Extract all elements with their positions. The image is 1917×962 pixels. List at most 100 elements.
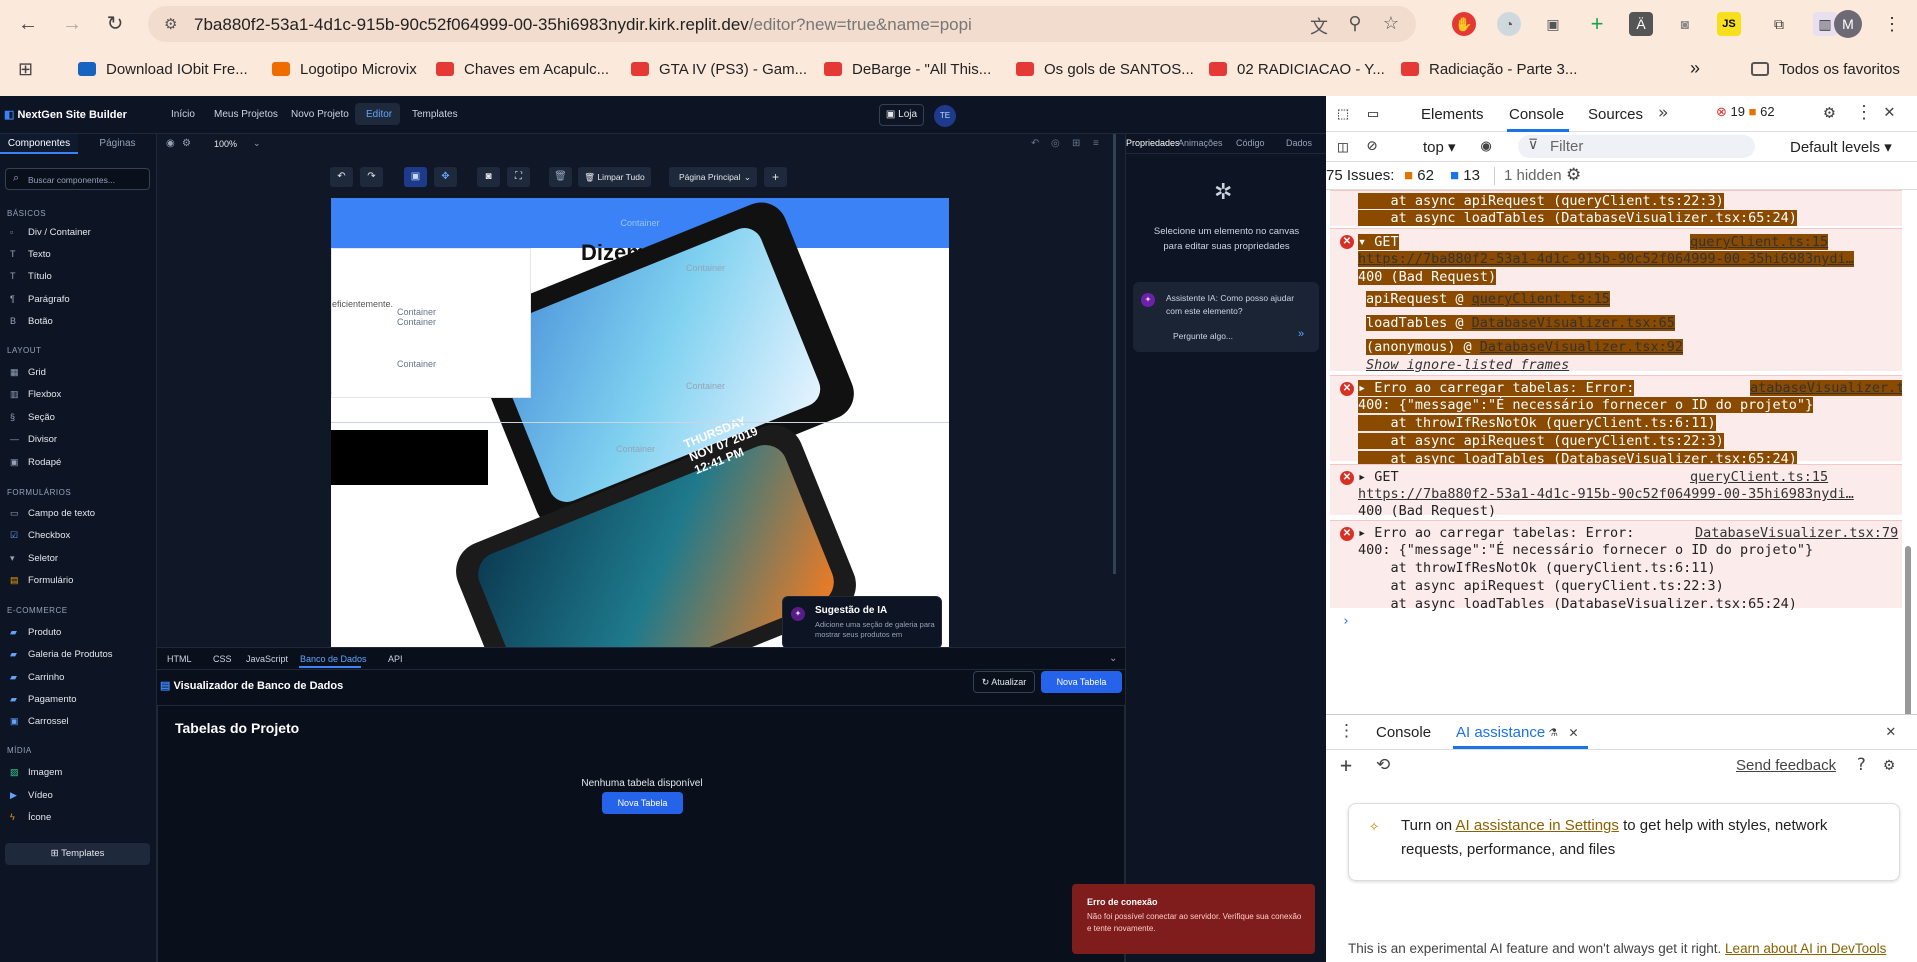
issues-warnings[interactable]: ■ 62 — [1404, 167, 1434, 184]
log-levels-select[interactable]: Default levels ▾ — [1790, 138, 1892, 156]
component-carousel[interactable]: ▣ Carrossel — [0, 710, 157, 732]
clear-console-icon[interactable]: ⊘ — [1367, 136, 1377, 156]
expand-icon[interactable]: ▸ — [1358, 525, 1374, 541]
bookmark-item[interactable]: Radiciação - Parte 3... — [1401, 61, 1577, 78]
canvas-scrollbar[interactable] — [1113, 134, 1116, 574]
bookmark-item[interactable]: Chaves em Acapulc... — [436, 61, 609, 78]
apps-grid-icon[interactable]: ⊞ — [18, 59, 33, 80]
component-footer[interactable]: ▣ Rodapé — [0, 451, 157, 473]
search-input[interactable]: Buscar componentes... — [28, 175, 115, 185]
eye-icon[interactable]: ◉ — [166, 138, 175, 149]
nav-home[interactable]: Início — [171, 109, 195, 120]
send-feedback-link[interactable]: Send feedback — [1736, 757, 1836, 774]
bookmark-star-icon[interactable]: ☆ — [1380, 13, 1402, 34]
component-image[interactable]: ▨ Imagem — [0, 761, 157, 783]
canvas-heading[interactable]: Dizem — [581, 240, 646, 266]
extension-hand-icon[interactable]: ✋ — [1452, 12, 1476, 36]
component-search[interactable]: ⌕ Buscar componentes... — [5, 168, 150, 190]
tab-components[interactable]: Componentes — [0, 134, 78, 154]
learn-more-link[interactable]: Learn about AI in DevTools — [1725, 941, 1886, 956]
component-select[interactable]: ▾ Seletor — [0, 547, 157, 569]
error-toast[interactable]: Erro de conexão Não foi possível conecta… — [1072, 884, 1315, 954]
expand-icon[interactable]: ▸ — [1358, 380, 1375, 396]
redo-icon[interactable]: ↷ — [360, 167, 383, 187]
address-bar[interactable]: ⚙ 7ba880f2-53a1-4d1c-915b-90c52f064999-0… — [148, 6, 1416, 42]
bookmark-item[interactable]: Download IObit Fre... — [78, 61, 248, 78]
component-product[interactable]: ▰ Produto — [0, 621, 157, 643]
translate-icon[interactable]: 文 — [1308, 13, 1330, 39]
chevron-down-icon[interactable]: ⌄ — [253, 138, 261, 149]
ai-suggestion-card[interactable]: ✦ Sugestão de IA Adicione uma seção de g… — [782, 596, 942, 649]
fullscreen-icon[interactable]: ⛶ — [507, 167, 530, 187]
bookmark-item[interactable]: DeBarge - "All This... — [824, 61, 991, 78]
bookmark-item[interactable]: Logotipo Microvix — [272, 61, 417, 78]
context-select[interactable]: top ▾ — [1423, 138, 1456, 156]
tab-database[interactable]: Banco de Dados — [300, 654, 367, 664]
tab-animations[interactable]: Animações — [1178, 138, 1223, 148]
send-icon[interactable]: » — [1298, 328, 1304, 340]
drawer-tab-console[interactable]: Console — [1376, 724, 1431, 741]
new-chat-icon[interactable]: + — [1340, 753, 1352, 777]
ai-settings-link[interactable]: AI assistance in Settings — [1455, 817, 1618, 834]
extension-print-icon[interactable]: ▣ — [1541, 12, 1565, 36]
settings-icon[interactable]: ⚙ — [182, 138, 191, 149]
component-form[interactable]: ▤ Formulário — [0, 569, 157, 591]
user-avatar[interactable]: TE — [934, 105, 956, 127]
extension-plus-icon[interactable]: + — [1585, 12, 1609, 36]
close-devtools-icon[interactable]: ✕ — [1884, 101, 1895, 122]
collapse-icon[interactable]: ⌄ — [1109, 653, 1117, 664]
all-favorites[interactable]: Todos os favoritos — [1751, 61, 1900, 78]
grid-toggle-icon[interactable]: ⊞ — [1072, 138, 1080, 149]
issues-info[interactable]: ■ 13 — [1450, 167, 1480, 184]
url-text[interactable]: 7ba880f2-53a1-4d1c-915b-90c52f064999-00-… — [194, 15, 972, 35]
tab-console[interactable]: Console — [1509, 106, 1564, 123]
tab-css[interactable]: CSS — [213, 654, 232, 664]
device-toolbar-icon[interactable]: ▭ — [1368, 104, 1378, 124]
source-link[interactable]: queryClient.ts:15 — [1471, 291, 1610, 307]
close-tab-icon[interactable]: ✕ — [1569, 723, 1578, 741]
menu-icon[interactable]: ≡ — [1093, 138, 1099, 149]
bookmark-item[interactable]: GTA IV (PS3) - Gam... — [631, 61, 807, 78]
zoom-level[interactable]: 100% — [214, 139, 237, 149]
tab-data[interactable]: Dados — [1286, 138, 1312, 148]
drag-mode-icon[interactable]: ✥ — [434, 167, 457, 187]
preview-icon[interactable]: ◙ — [477, 167, 500, 187]
component-payment[interactable]: ▰ Pagamento — [0, 688, 157, 710]
tab-elements[interactable]: Elements — [1421, 106, 1484, 123]
sidebar-toggle-icon[interactable]: ◫ — [1338, 137, 1348, 156]
zoom-icon[interactable]: ⚲ — [1344, 13, 1366, 34]
inspect-icon[interactable]: ⬚ — [1338, 104, 1348, 124]
console-source[interactable]: atabaseVisualizer.tsx:79 — [1750, 380, 1902, 396]
tab-properties[interactable]: Propriedades — [1126, 138, 1180, 148]
refresh-button[interactable]: ↻ Atualizar — [973, 671, 1035, 693]
component-product-gallery[interactable]: ▰ Galeria de Produtos — [0, 643, 157, 665]
console-line[interactable]: https://7ba880f2-53a1-4d1c-915b-90c52f06… — [1358, 486, 1854, 502]
more-bookmarks-icon[interactable]: » — [1690, 58, 1700, 79]
undo-small-icon[interactable]: ↶ — [1031, 138, 1039, 149]
devtools-menu-icon[interactable]: ⋮ — [1855, 102, 1873, 123]
component-title[interactable]: T Título — [0, 265, 157, 287]
issues-settings-icon[interactable]: ⚙ — [1566, 165, 1581, 185]
component-text[interactable]: T Texto — [0, 243, 157, 265]
target-icon[interactable]: ◎ — [1051, 138, 1060, 149]
component-icon[interactable]: ϟ Ícone — [0, 806, 157, 828]
tab-api[interactable]: API — [388, 654, 403, 664]
brand[interactable]: ◧ NextGen Site Builder — [4, 108, 127, 121]
tab-pages[interactable]: Páginas — [78, 134, 157, 154]
component-checkbox[interactable]: ☑ Checkbox — [0, 524, 157, 546]
component-paragraph[interactable]: ¶ Parágrafo — [0, 288, 157, 310]
live-expression-eye-icon[interactable]: ◉ — [1481, 136, 1491, 156]
source-link[interactable]: DatabaseVisualizer.tsx:92 — [1479, 339, 1683, 355]
console-prompt-icon[interactable]: › — [1342, 614, 1350, 629]
bookmark-item[interactable]: Os gols de SANTOS... — [1016, 61, 1194, 78]
new-table-button-empty[interactable]: Nova Tabela — [602, 792, 683, 814]
assistant-input[interactable]: Pergunte algo... — [1173, 331, 1233, 341]
page-canvas[interactable]: Container THURSDAY NOV 07 2019 12:41 PM … — [331, 198, 949, 649]
tab-javascript[interactable]: JavaScript — [246, 654, 288, 664]
component-div[interactable]: ▫ Div / Container — [0, 221, 157, 243]
show-ignore-listed[interactable]: Show ignore-listed frames — [1366, 357, 1569, 373]
select-mode-icon[interactable]: ▣ — [404, 167, 427, 187]
component-grid[interactable]: ▦ Grid — [0, 361, 157, 383]
more-tabs-icon[interactable]: » — [1658, 103, 1668, 123]
trash-icon[interactable]: 🗑 — [549, 167, 572, 187]
